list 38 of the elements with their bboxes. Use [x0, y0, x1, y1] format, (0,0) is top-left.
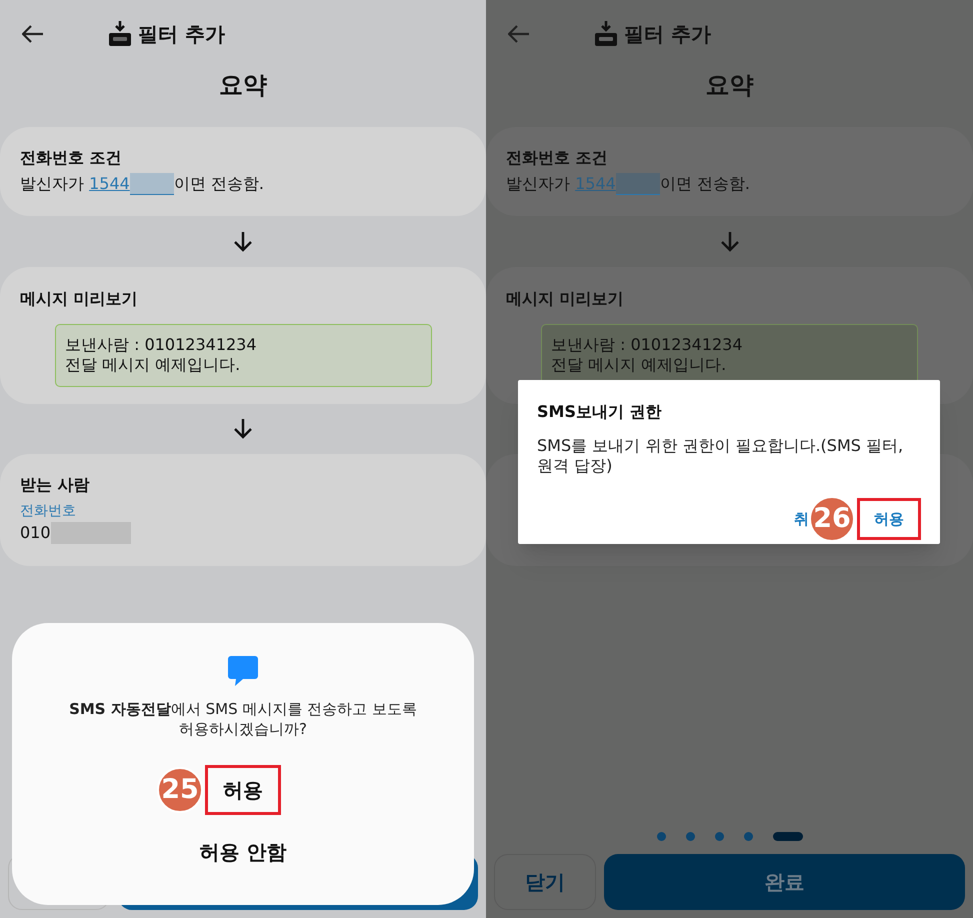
preview-line: 전달 메시지 예제입니다. — [551, 355, 728, 375]
condition-text: 발신자가 1544 이면 전송함. — [20, 173, 265, 195]
preview-line: 보낸사람 : 01012341234 — [551, 335, 744, 355]
redaction-mark — [616, 173, 660, 195]
card-title: 전화번호 조건 — [20, 147, 123, 169]
redaction-mark — [130, 173, 174, 195]
condition-text: 발신자가 1544 이면 전송함. — [506, 173, 751, 195]
down-arrow-icon — [720, 232, 738, 252]
dialog-title: SMS보내기 권한 — [537, 402, 663, 422]
sms-download-icon — [108, 21, 132, 47]
card-title: 메시지 미리보기 — [506, 289, 624, 308]
sms-download-icon — [594, 21, 618, 47]
dialog-message: SMS를 보내기 위한 권한이 필요합니다.(SMS 필터, 원격 답장) — [537, 436, 904, 476]
down-arrow-icon — [234, 232, 252, 252]
chat-bubble-icon — [227, 655, 259, 687]
back-arrow-icon[interactable] — [22, 25, 44, 43]
card-title: 전화번호 조건 — [506, 147, 609, 169]
card-title: 받는 사람 — [20, 474, 90, 496]
card-title: 메시지 미리보기 — [20, 289, 138, 308]
deny-button[interactable]: 허용 안함 — [200, 837, 286, 867]
screen-title: 필터 추가 — [138, 21, 225, 48]
close-button[interactable]: 닫기 — [494, 854, 596, 910]
field-label: 전화번호 — [20, 502, 76, 520]
preview-line: 보낸사람 : 01012341234 — [65, 335, 258, 355]
allow-button[interactable]: 허용 — [857, 498, 921, 540]
permission-message: SMS 자동전달에서 SMS 메시지를 전송하고 보도록 허용하시겠습니까? — [68, 699, 418, 739]
allow-button[interactable]: 허용 — [205, 765, 281, 815]
step-badge: 26 — [809, 496, 855, 542]
step-badge: 25 — [157, 767, 203, 813]
section-heading: 요약 — [219, 70, 267, 101]
down-arrow-icon — [234, 419, 252, 439]
preview-line: 전달 메시지 예제입니다. — [65, 355, 242, 375]
section-heading: 요약 — [706, 70, 754, 101]
screen-title: 필터 추가 — [624, 21, 711, 48]
cancel-button[interactable]: 취 — [794, 508, 809, 530]
done-button[interactable]: 완료 — [604, 854, 965, 910]
recipient-number: 010 — [20, 522, 51, 544]
phone-link[interactable]: 1544 — [89, 173, 130, 195]
